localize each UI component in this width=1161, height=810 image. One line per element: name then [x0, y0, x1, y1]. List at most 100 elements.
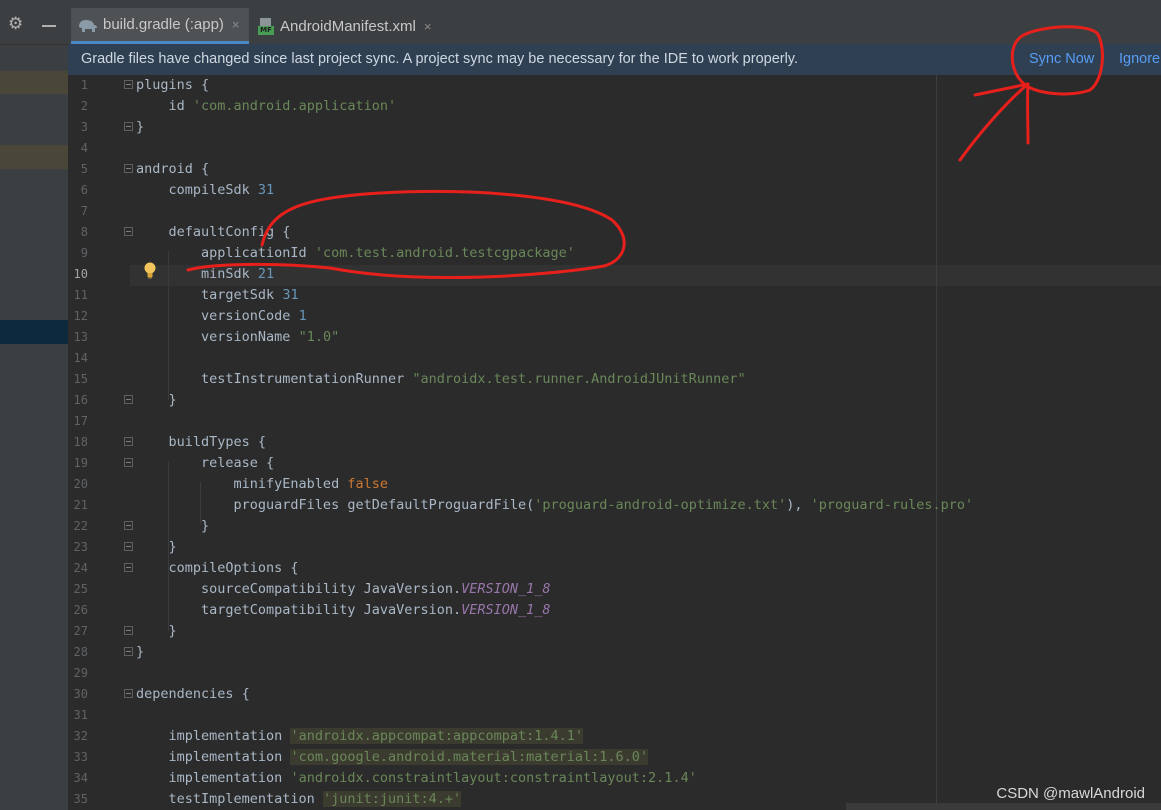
code-text: targetSdk 31	[136, 286, 299, 305]
fold-marker-icon[interactable]	[124, 647, 133, 656]
code-line[interactable]: 8 defaultConfig {	[68, 222, 1161, 243]
code-text: defaultConfig {	[136, 223, 291, 242]
fold-marker-icon[interactable]	[124, 437, 133, 446]
line-number: 4	[80, 141, 88, 155]
code-line[interactable]: 32 implementation 'androidx.appcompat:ap…	[68, 726, 1161, 747]
line-number: 2	[80, 99, 88, 113]
sidebar-highlight-row[interactable]	[0, 71, 68, 94]
code-line[interactable]: 1 plugins {	[68, 75, 1161, 96]
code-line[interactable]: 15 testInstrumentationRunner "androidx.t…	[68, 369, 1161, 390]
ignore-link[interactable]: Ignore	[1119, 51, 1160, 67]
code-text: applicationId 'com.test.android.testcgpa…	[136, 244, 575, 263]
code-line[interactable]: 11 targetSdk 31	[68, 285, 1161, 306]
code-line[interactable]: 16 }	[68, 390, 1161, 411]
code-line[interactable]: 18 buildTypes {	[68, 432, 1161, 453]
fold-marker-icon[interactable]	[124, 164, 133, 173]
code-line[interactable]: 17	[68, 411, 1161, 432]
code-line[interactable]: 27 }	[68, 621, 1161, 642]
code-token: 'junit:junit:4.+'	[322, 791, 462, 807]
code-text: proguardFiles getDefaultProguardFile('pr…	[136, 496, 974, 515]
code-line[interactable]: 30 dependencies {	[68, 684, 1161, 705]
code-token: minifyEnabled	[136, 476, 348, 492]
watermark: CSDN @mawlAndroid	[996, 785, 1145, 802]
code-token: implementation	[136, 770, 291, 786]
code-token: 'com.android.application'	[192, 98, 397, 114]
code-line[interactable]: 10 minSdk 21	[68, 264, 1161, 285]
code-token: }	[136, 518, 210, 534]
code-text: implementation 'com.google.android.mater…	[136, 748, 649, 767]
code-line[interactable]: 21 proguardFiles getDefaultProguardFile(…	[68, 495, 1161, 516]
tab-build-gradle[interactable]: build.gradle (:app) ×	[71, 8, 249, 44]
fold-marker-icon[interactable]	[124, 80, 133, 89]
tab-android-manifest[interactable]: MF AndroidManifest.xml ×	[252, 8, 447, 44]
fold-marker-icon[interactable]	[124, 227, 133, 236]
fold-marker-icon[interactable]	[124, 689, 133, 698]
code-line[interactable]: 26 targetCompatibility JavaVersion.VERSI…	[68, 600, 1161, 621]
line-number: 19	[73, 456, 88, 470]
code-line[interactable]: 20 minifyEnabled false	[68, 474, 1161, 495]
line-number: 8	[80, 225, 88, 239]
code-line[interactable]: 22 }	[68, 516, 1161, 537]
sync-now-link[interactable]: Sync Now	[1029, 51, 1094, 67]
code-line[interactable]: 33 implementation 'com.google.android.ma…	[68, 747, 1161, 768]
fold-marker-icon[interactable]	[124, 395, 133, 404]
code-line[interactable]: 7	[68, 201, 1161, 222]
code-line[interactable]: 28}	[68, 642, 1161, 663]
line-number: 3	[80, 120, 88, 134]
line-number: 34	[73, 771, 88, 785]
code-line[interactable]: 13 versionName "1.0"	[68, 327, 1161, 348]
code-line[interactable]: 31	[68, 705, 1161, 726]
code-token: versionCode	[136, 308, 299, 324]
code-token: VERSION_1_8	[461, 581, 551, 597]
code-line[interactable]: 14	[68, 348, 1161, 369]
lightbulb-icon[interactable]	[144, 262, 156, 279]
code-line[interactable]: 2 id 'com.android.application'	[68, 96, 1161, 117]
fold-marker-icon[interactable]	[124, 122, 133, 131]
code-line[interactable]: 12 versionCode 1	[68, 306, 1161, 327]
code-line[interactable]: 6 compileSdk 31	[68, 180, 1161, 201]
line-number: 12	[73, 309, 88, 323]
line-number: 28	[73, 645, 88, 659]
fold-marker-icon[interactable]	[124, 458, 133, 467]
project-tool-window	[0, 0, 69, 810]
code-line[interactable]: 23 }	[68, 537, 1161, 558]
line-number: 29	[73, 666, 88, 680]
code-line[interactable]: 9 applicationId 'com.test.android.testcg…	[68, 243, 1161, 264]
sidebar-highlight-row[interactable]	[0, 145, 68, 169]
code-line[interactable]: 3}	[68, 117, 1161, 138]
code-token: "androidx.test.runner.AndroidJUnitRunner…	[412, 371, 746, 387]
line-number: 5	[80, 162, 88, 176]
fold-marker-icon[interactable]	[124, 521, 133, 530]
gear-icon[interactable]: ⚙	[8, 16, 23, 33]
line-number: 9	[80, 246, 88, 260]
code-line[interactable]: 19 release {	[68, 453, 1161, 474]
code-token: testInstrumentationRunner	[136, 371, 413, 387]
code-line[interactable]: 29	[68, 663, 1161, 684]
sidebar-selected-row[interactable]	[0, 320, 68, 344]
code-line[interactable]: 24 compileOptions {	[68, 558, 1161, 579]
line-number: 11	[73, 288, 88, 302]
line-number: 10	[73, 267, 88, 281]
close-icon[interactable]: ×	[424, 19, 432, 34]
minus-icon[interactable]	[42, 25, 56, 27]
code-token: 21	[257, 266, 275, 282]
code-token: implementation	[136, 749, 291, 765]
code-line[interactable]: 4	[68, 138, 1161, 159]
code-text: }	[136, 118, 144, 137]
close-icon[interactable]: ×	[232, 17, 240, 32]
code-token: 'com.google.android.material:material:1.…	[290, 749, 649, 765]
code-editor[interactable]: 1 plugins {2 id 'com.android.application'…	[68, 75, 1161, 810]
code-text: buildTypes {	[136, 433, 267, 452]
fold-marker-icon[interactable]	[124, 563, 133, 572]
code-text: }	[136, 391, 177, 410]
fold-marker-icon[interactable]	[124, 542, 133, 551]
tab-label: build.gradle (:app)	[103, 16, 224, 33]
code-text: sourceCompatibility JavaVersion.VERSION_…	[136, 580, 551, 599]
code-line[interactable]: 25 sourceCompatibility JavaVersion.VERSI…	[68, 579, 1161, 600]
code-line[interactable]: 5 android {	[68, 159, 1161, 180]
code-token: id	[136, 98, 193, 114]
editor-tab-bar: build.gradle (:app) × MF AndroidManifest…	[68, 0, 1161, 45]
code-token: defaultConfig {	[136, 224, 291, 240]
fold-marker-icon[interactable]	[124, 626, 133, 635]
code-token: compileSdk	[136, 182, 258, 198]
